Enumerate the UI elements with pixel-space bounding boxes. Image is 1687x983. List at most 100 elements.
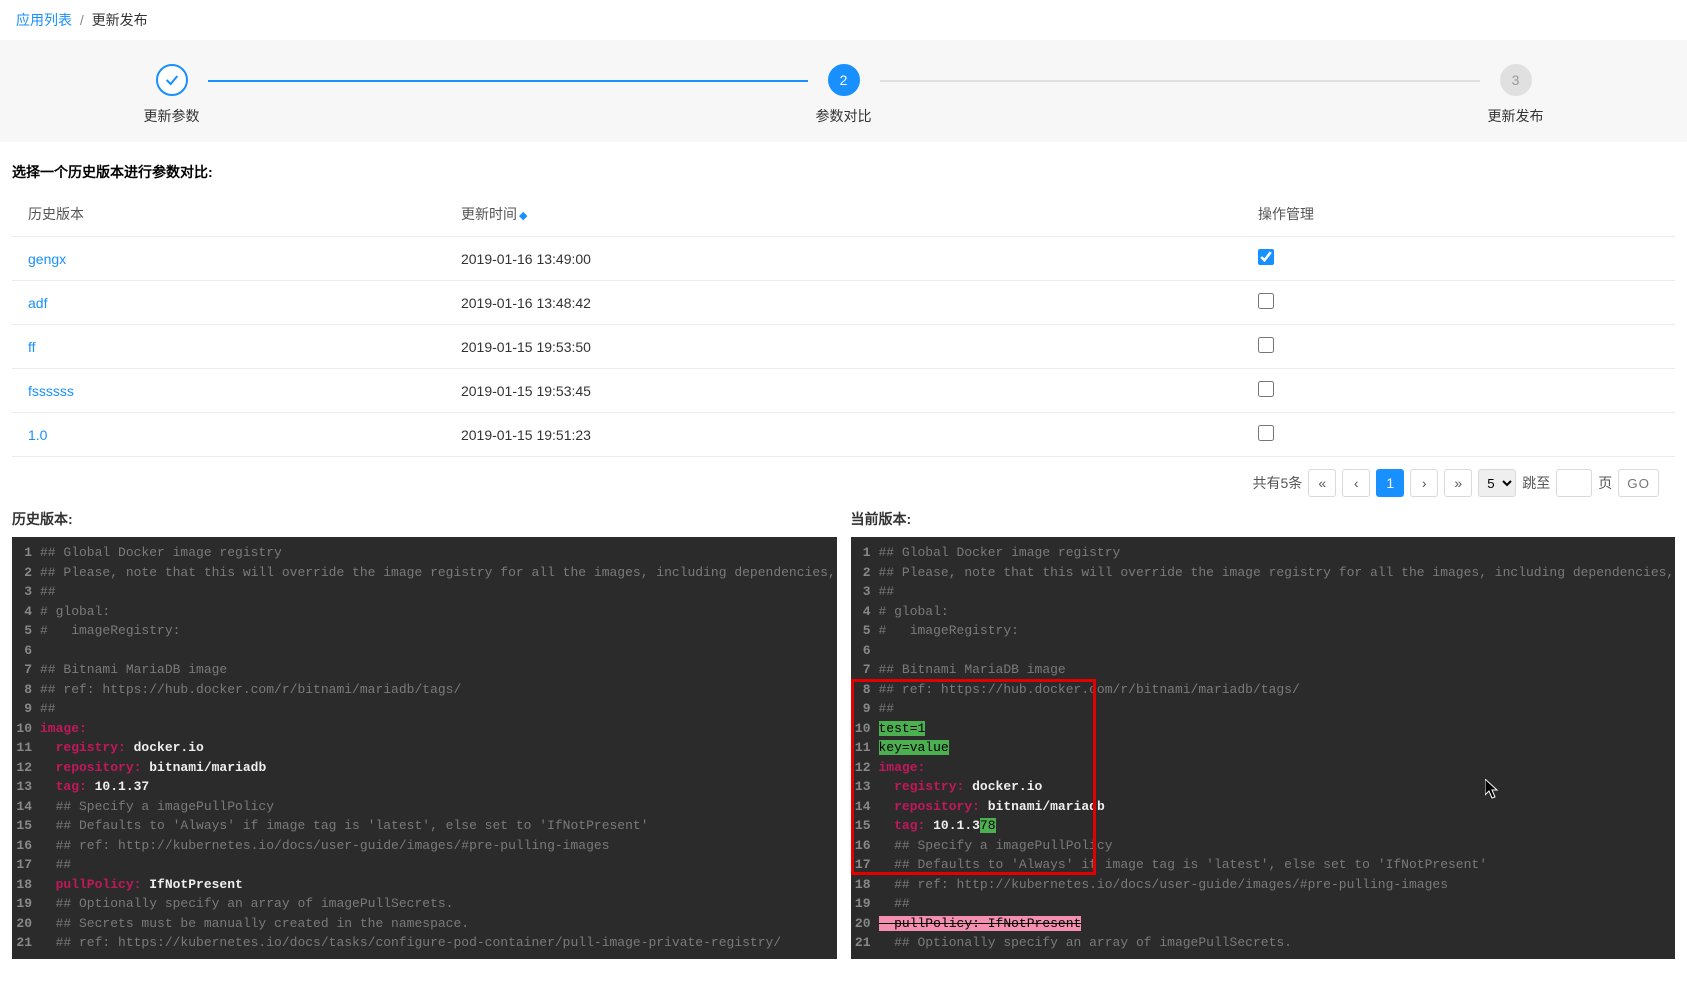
history-code-panel[interactable]: 1## Global Docker image registry2## Plea… — [12, 537, 837, 959]
code-line: 3## — [851, 582, 1676, 602]
line-number: 18 — [12, 875, 40, 895]
code-line: 21 ## Optionally specify an array of ima… — [851, 933, 1676, 953]
line-content: ## Optionally specify an array of imageP… — [879, 933, 1676, 953]
breadcrumb-sep: / — [80, 12, 84, 28]
line-number: 12 — [851, 758, 879, 778]
version-link[interactable]: ff — [28, 339, 36, 355]
line-number: 5 — [12, 621, 40, 641]
line-number: 21 — [851, 933, 879, 953]
page-size-select[interactable]: 5 — [1478, 469, 1516, 497]
code-line: 17 ## — [12, 855, 837, 875]
code-line: 11key=value — [851, 738, 1676, 758]
go-button[interactable]: GO — [1618, 469, 1659, 497]
code-line: 15 tag: 10.1.378 — [851, 816, 1676, 836]
line-number: 16 — [12, 836, 40, 856]
line-number: 19 — [851, 894, 879, 914]
first-page-button[interactable]: « — [1308, 469, 1336, 497]
code-line: 17 ## Defaults to 'Always' if image tag … — [851, 855, 1676, 875]
page-1-button[interactable]: 1 — [1376, 469, 1404, 497]
step-1: 更新参数 — [144, 64, 200, 126]
version-link[interactable]: fssssss — [28, 383, 74, 399]
line-content: ## — [40, 582, 837, 602]
breadcrumb: 应用列表 / 更新发布 — [0, 0, 1687, 40]
th-op[interactable]: 操作管理 — [1242, 192, 1675, 237]
line-number: 18 — [851, 875, 879, 895]
select-version-checkbox[interactable] — [1258, 337, 1274, 353]
line-content: # global: — [40, 602, 837, 622]
line-content: ## Global Docker image registry — [40, 543, 837, 563]
line-number: 20 — [12, 914, 40, 934]
code-line: 16 ## Specify a imagePullPolicy — [851, 836, 1676, 856]
code-line: 14 ## Specify a imagePullPolicy — [12, 797, 837, 817]
line-number: 13 — [851, 777, 879, 797]
line-number: 3 — [12, 582, 40, 602]
line-content: pullPolicy: IfNotPresent — [40, 875, 837, 895]
step-3-icon: 3 — [1500, 64, 1532, 96]
line-number: 5 — [851, 621, 879, 641]
line-number: 9 — [851, 699, 879, 719]
next-page-button[interactable]: › — [1410, 469, 1438, 497]
code-line: 2## Please, note that this will override… — [851, 563, 1676, 583]
line-number: 8 — [851, 680, 879, 700]
code-line: 20 pullPolicy: IfNotPresent — [851, 914, 1676, 934]
select-version-checkbox[interactable] — [1258, 249, 1274, 265]
line-content: ## Please, note that this will override … — [879, 563, 1676, 583]
line-number: 17 — [851, 855, 879, 875]
code-line: 6 — [851, 641, 1676, 661]
line-number: 1 — [12, 543, 40, 563]
breadcrumb-root-link[interactable]: 应用列表 — [16, 12, 72, 28]
line-number: 8 — [12, 680, 40, 700]
breadcrumb-current: 更新发布 — [92, 12, 148, 28]
step-1-icon — [156, 64, 188, 96]
code-line: 10image: — [12, 719, 837, 739]
line-content: ## ref: https://hub.docker.com/r/bitnami… — [879, 680, 1676, 700]
line-content: # imageRegistry: — [879, 621, 1676, 641]
code-line: 13 registry: docker.io — [851, 777, 1676, 797]
version-time: 2019-01-16 13:48:42 — [445, 281, 1242, 325]
line-content: registry: docker.io — [879, 777, 1676, 797]
th-time[interactable]: 更新时间◆ — [445, 192, 1242, 237]
version-link[interactable]: 1.0 — [28, 427, 47, 443]
line-number: 3 — [851, 582, 879, 602]
line-content: registry: docker.io — [40, 738, 837, 758]
line-number: 6 — [851, 641, 879, 661]
line-content: # imageRegistry: — [40, 621, 837, 641]
current-version-title: 当前版本: — [851, 509, 1676, 529]
code-line: 9## — [851, 699, 1676, 719]
select-version-checkbox[interactable] — [1258, 425, 1274, 441]
jump-label-2: 页 — [1598, 473, 1612, 493]
select-version-checkbox[interactable] — [1258, 381, 1274, 397]
line-number: 19 — [12, 894, 40, 914]
line-number: 2 — [12, 563, 40, 583]
pagination: 共有5条 « ‹ 1 › » 5 跳至 页 GO — [12, 457, 1675, 509]
line-number: 16 — [851, 836, 879, 856]
select-version-checkbox[interactable] — [1258, 293, 1274, 309]
line-number: 17 — [12, 855, 40, 875]
line-content: image: — [879, 758, 1676, 778]
line-content: ## — [879, 699, 1676, 719]
line-number: 13 — [12, 777, 40, 797]
step-line-1 — [208, 80, 808, 82]
sort-icon[interactable]: ◆ — [519, 210, 527, 222]
line-number: 10 — [851, 719, 879, 739]
th-version[interactable]: 历史版本 — [12, 192, 445, 237]
code-line: 16 ## ref: http://kubernetes.io/docs/use… — [12, 836, 837, 856]
line-number: 15 — [851, 816, 879, 836]
line-content: ## Global Docker image registry — [879, 543, 1676, 563]
version-link[interactable]: adf — [28, 295, 47, 311]
version-time: 2019-01-15 19:53:45 — [445, 369, 1242, 413]
line-content: ## ref: https://kubernetes.io/docs/tasks… — [40, 933, 837, 953]
current-code-panel[interactable]: 1## Global Docker image registry2## Plea… — [851, 537, 1676, 959]
code-line: 19 ## Optionally specify an array of ima… — [12, 894, 837, 914]
line-content: ## ref: http://kubernetes.io/docs/user-g… — [879, 875, 1676, 895]
prev-page-button[interactable]: ‹ — [1342, 469, 1370, 497]
code-line: 18 pullPolicy: IfNotPresent — [12, 875, 837, 895]
select-version-title: 选择一个历史版本进行参数对比: — [12, 162, 1675, 182]
jump-page-input[interactable] — [1556, 469, 1592, 497]
line-content — [40, 641, 837, 661]
last-page-button[interactable]: » — [1444, 469, 1472, 497]
line-content: ## Bitnami MariaDB image — [40, 660, 837, 680]
line-content: tag: 10.1.378 — [879, 816, 1676, 836]
line-number: 11 — [12, 738, 40, 758]
version-link[interactable]: gengx — [28, 251, 66, 267]
